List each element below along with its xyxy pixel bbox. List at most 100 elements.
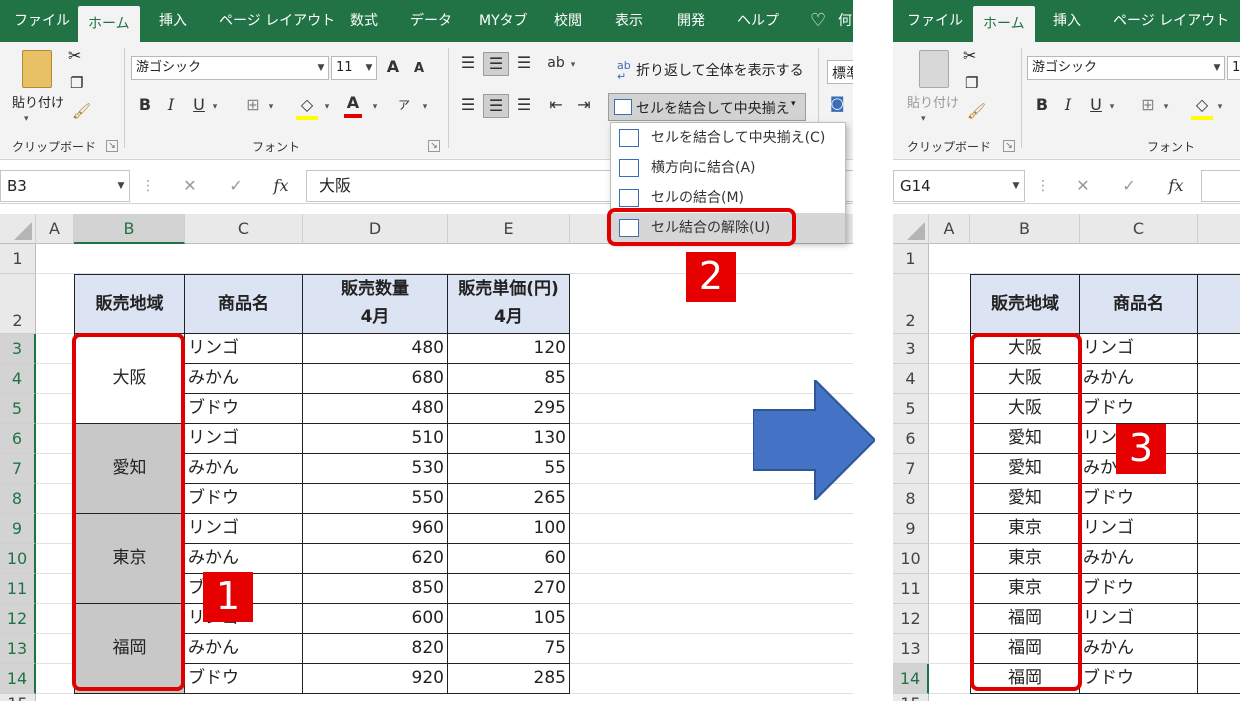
bold-button[interactable]: B <box>136 94 154 116</box>
select-all-button[interactable] <box>893 214 929 244</box>
align-left-icon[interactable]: ☰ <box>457 94 479 116</box>
insert-function-icon[interactable]: fx <box>1161 170 1191 202</box>
paste-dropdown-icon[interactable]: ▾ <box>24 114 29 124</box>
number-format-combo[interactable]: 標準 <box>827 60 853 84</box>
font-size-combo[interactable]: 11 ▼ <box>331 56 377 80</box>
phonetic-icon[interactable]: ア <box>395 94 413 116</box>
qty-cell-partial[interactable] <box>1198 454 1240 484</box>
qty-cell-partial[interactable] <box>1198 334 1240 364</box>
chevron-down-icon[interactable]: ▾ <box>266 96 276 118</box>
row-header-13[interactable]: 13 <box>0 634 36 664</box>
paste-icon[interactable] <box>22 50 52 88</box>
row-header-1[interactable]: 1 <box>0 244 36 274</box>
product-cell[interactable]: ブドウ <box>185 394 303 424</box>
qty-cell-partial[interactable] <box>1198 544 1240 574</box>
chevron-down-icon[interactable]: ▼ <box>114 175 128 197</box>
tab-insert[interactable]: 挿入 <box>1053 0 1081 42</box>
row-header-1[interactable]: 1 <box>893 244 929 274</box>
chevron-down-icon[interactable]: ▾ <box>1107 96 1117 118</box>
wrap-text-icon[interactable]: ab ↵ <box>617 60 631 82</box>
italic-button[interactable]: I <box>164 94 178 116</box>
qty-cell[interactable]: 820 <box>303 634 448 664</box>
product-cell[interactable]: ブドウ <box>1080 484 1198 514</box>
product-cell[interactable]: リンゴ <box>185 514 303 544</box>
row-header-14[interactable]: 14 <box>893 664 929 694</box>
paste-dropdown-icon[interactable]: ▾ <box>921 114 926 124</box>
cancel-icon[interactable]: ✕ <box>1073 170 1093 202</box>
product-cell[interactable]: みかん <box>185 454 303 484</box>
row-header-10[interactable]: 10 <box>893 544 929 574</box>
product-cell[interactable]: リンゴ <box>1080 604 1198 634</box>
qty-cell-partial[interactable] <box>1198 394 1240 424</box>
row-header-6[interactable]: 6 <box>893 424 929 454</box>
row-header-9[interactable]: 9 <box>893 514 929 544</box>
qty-cell-partial[interactable] <box>1198 634 1240 664</box>
fill-color-icon[interactable]: ◇ <box>296 94 318 120</box>
chevron-down-icon[interactable]: ▾ <box>210 96 220 118</box>
underline-button[interactable]: U <box>190 94 208 116</box>
chevron-down-icon[interactable]: ▾ <box>568 54 578 76</box>
price-cell[interactable]: 270 <box>448 574 570 604</box>
row-header-7[interactable]: 7 <box>893 454 929 484</box>
qty-cell[interactable]: 550 <box>303 484 448 514</box>
clipboard-launcher-icon[interactable]: ↘ <box>106 140 118 152</box>
font-name-combo[interactable]: 游ゴシック ▼ <box>1027 56 1225 80</box>
price-cell[interactable]: 285 <box>448 664 570 694</box>
product-cell[interactable]: ブドウ <box>1080 574 1198 604</box>
currency-format-icon[interactable]: ◙ <box>830 94 845 112</box>
tab-file[interactable]: ファイル <box>907 0 963 42</box>
product-cell[interactable]: リンゴ <box>185 334 303 364</box>
column-header-b[interactable]: B <box>74 214 185 244</box>
formula-input[interactable] <box>1201 170 1240 202</box>
cancel-icon[interactable]: ✕ <box>180 170 200 202</box>
column-header-d[interactable] <box>1198 214 1240 244</box>
qty-cell-partial[interactable] <box>1198 604 1240 634</box>
menu-merge-across[interactable]: 横方向に結合(A) <box>611 153 845 183</box>
tab-developer[interactable]: 開発 <box>677 0 705 42</box>
row-header-10[interactable]: 10 <box>0 544 36 574</box>
qty-cell[interactable]: 510 <box>303 424 448 454</box>
chevron-down-icon[interactable]: ▾ <box>1215 96 1225 118</box>
row-header-9[interactable]: 9 <box>0 514 36 544</box>
tab-file[interactable]: ファイル <box>14 0 70 42</box>
insert-function-icon[interactable]: fx <box>266 170 296 202</box>
chevron-down-icon[interactable]: ▾ <box>420 96 430 118</box>
qty-cell[interactable]: 530 <box>303 454 448 484</box>
underline-button[interactable]: U <box>1087 94 1105 116</box>
font-size-combo[interactable]: 11 <box>1227 56 1240 80</box>
paste-button-label[interactable]: 貼り付け <box>907 92 959 111</box>
row-header-3[interactable]: 3 <box>0 334 36 364</box>
row-header-5[interactable]: 5 <box>893 394 929 424</box>
tab-review[interactable]: 校閲 <box>554 0 582 42</box>
font-launcher-icon[interactable]: ↘ <box>428 140 440 152</box>
column-header-b[interactable]: B <box>970 214 1080 244</box>
chevron-down-icon[interactable]: ▼ <box>1210 57 1224 79</box>
column-header-e[interactable]: E <box>448 214 570 244</box>
formula-bar-resize-icon[interactable]: ⋮ <box>1035 170 1051 202</box>
qty-cell[interactable]: 960 <box>303 514 448 544</box>
qty-cell[interactable]: 680 <box>303 364 448 394</box>
align-bottom-icon[interactable]: ☰ <box>513 52 535 74</box>
product-cell[interactable]: リンゴ <box>185 424 303 454</box>
select-all-button[interactable] <box>0 214 36 244</box>
copy-icon[interactable]: ❐ <box>70 74 83 92</box>
column-header-c[interactable]: C <box>1080 214 1198 244</box>
row-header-7[interactable]: 7 <box>0 454 36 484</box>
row-header-4[interactable]: 4 <box>893 364 929 394</box>
row-header-6[interactable]: 6 <box>0 424 36 454</box>
qty-cell[interactable]: 600 <box>303 604 448 634</box>
qty-cell-partial[interactable] <box>1198 514 1240 544</box>
row-header-12[interactable]: 12 <box>0 604 36 634</box>
row-header-3[interactable]: 3 <box>893 334 929 364</box>
fill-color-icon[interactable]: ◇ <box>1191 94 1213 120</box>
price-cell[interactable]: 265 <box>448 484 570 514</box>
row-header-2[interactable]: 2 <box>0 274 36 334</box>
orientation-icon[interactable]: ab <box>545 52 567 74</box>
align-center-icon[interactable]: ☰ <box>483 94 509 118</box>
name-box[interactable]: G14 <box>893 170 1025 202</box>
product-cell[interactable]: ブドウ <box>1080 664 1198 694</box>
wrap-text-button[interactable]: 折り返して全体を表示する <box>636 60 804 80</box>
copy-icon[interactable]: ❐ <box>965 74 978 92</box>
product-cell[interactable]: みかん <box>1080 634 1198 664</box>
name-box[interactable]: B3 <box>0 170 130 202</box>
